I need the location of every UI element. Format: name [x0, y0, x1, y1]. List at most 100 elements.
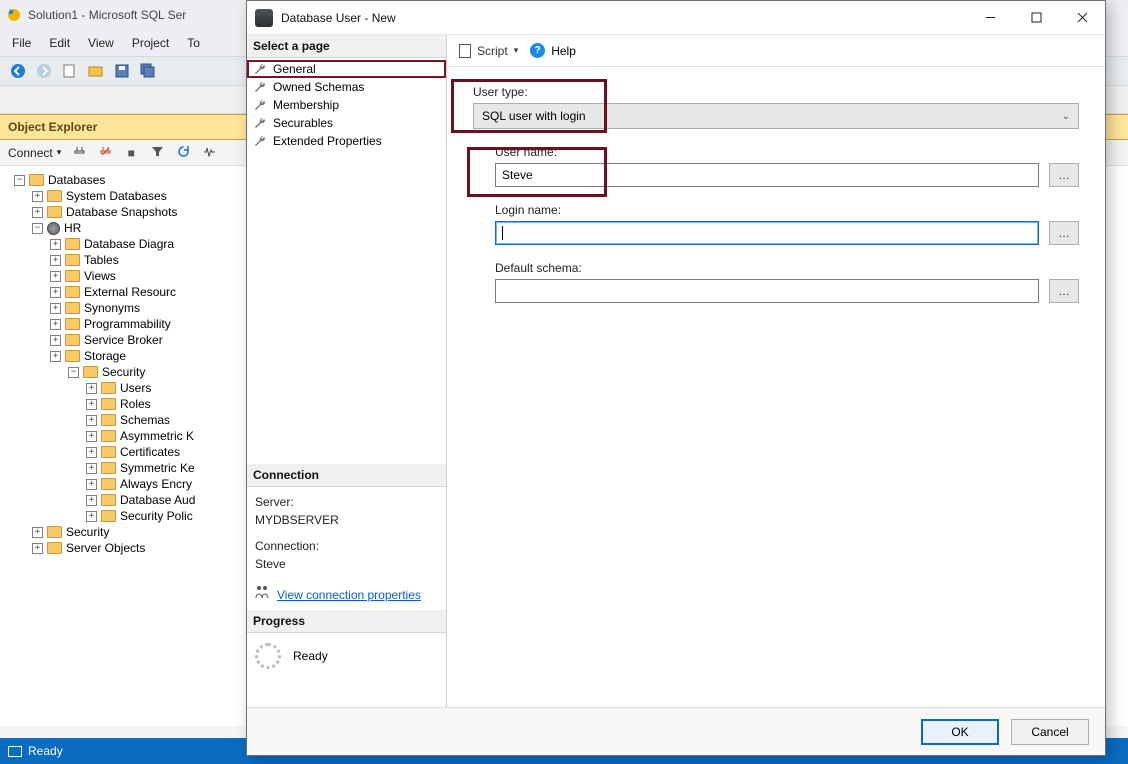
page-owned-schemas[interactable]: Owned Schemas [247, 78, 446, 96]
expand-icon[interactable]: + [50, 255, 61, 266]
tree-item[interactable]: +Synonyms [50, 301, 140, 315]
new-query-icon[interactable] [62, 63, 78, 79]
refresh-icon[interactable] [175, 146, 191, 160]
tree-item[interactable]: +Programmability [50, 317, 171, 331]
tree-label: System Databases [66, 189, 167, 203]
folder-icon [65, 302, 80, 314]
collapse-icon[interactable]: − [14, 175, 25, 186]
expand-icon[interactable]: + [32, 191, 43, 202]
filter-icon[interactable] [149, 146, 165, 160]
expand-icon[interactable]: + [86, 399, 97, 410]
expand-icon[interactable]: + [50, 287, 61, 298]
menu-project[interactable]: Project [132, 36, 169, 50]
page-securables[interactable]: Securables [247, 114, 446, 132]
nav-fwd-icon[interactable] [36, 63, 52, 79]
tree-item[interactable]: +Tables [50, 253, 119, 267]
expand-icon[interactable]: + [32, 527, 43, 538]
nav-back-icon[interactable] [10, 63, 26, 79]
menu-file[interactable]: File [12, 36, 31, 50]
view-connection-properties-link[interactable]: View connection properties [277, 586, 421, 604]
wrench-icon [253, 62, 267, 76]
default-schema-input[interactable] [495, 279, 1039, 303]
expand-icon[interactable]: + [86, 415, 97, 426]
expand-icon[interactable]: + [86, 383, 97, 394]
open-file-icon[interactable] [88, 63, 104, 79]
plug-connect-icon[interactable] [71, 146, 87, 160]
tree-label: HR [64, 221, 81, 235]
expand-icon[interactable]: + [50, 271, 61, 282]
dialog-titlebar[interactable]: Database User - New [247, 1, 1105, 35]
tree-item[interactable]: +Roles [86, 397, 151, 411]
save-all-icon[interactable] [140, 63, 156, 79]
tree-database-snapshots[interactable]: + Database Snapshots [32, 205, 177, 219]
tree-server-objects[interactable]: + Server Objects [32, 541, 145, 555]
login-name-input[interactable] [495, 221, 1039, 245]
page-extended-properties[interactable]: Extended Properties [247, 132, 446, 150]
expand-icon[interactable]: + [50, 319, 61, 330]
collapse-icon[interactable]: − [32, 223, 43, 234]
default-schema-browse-button[interactable]: … [1049, 279, 1079, 303]
tree-databases[interactable]: − Databases [14, 173, 105, 187]
tree-item[interactable]: +Asymmetric K [86, 429, 194, 443]
folder-icon [65, 318, 80, 330]
cancel-button[interactable]: Cancel [1011, 719, 1089, 745]
expand-icon[interactable]: + [32, 543, 43, 554]
chevron-down-icon: ▾ [57, 147, 62, 158]
expand-icon[interactable]: + [50, 239, 61, 250]
menu-tools[interactable]: To [187, 36, 200, 50]
tree-item[interactable]: +Security Polic [86, 509, 193, 523]
expand-icon[interactable]: + [50, 335, 61, 346]
expand-icon[interactable]: + [86, 495, 97, 506]
tree-item[interactable]: +Certificates [86, 445, 180, 459]
plug-disconnect-icon[interactable] [97, 146, 113, 160]
tree-item[interactable]: +Storage [50, 349, 126, 363]
tree-outer-security[interactable]: + Security [32, 525, 109, 539]
login-name-label: Login name: [495, 203, 1079, 217]
window-maximize-button[interactable] [1013, 1, 1059, 35]
help-button[interactable]: ? Help [530, 43, 576, 58]
tree-item[interactable]: +Database Aud [86, 493, 195, 507]
page-general[interactable]: General [247, 60, 446, 78]
ok-button[interactable]: OK [921, 719, 999, 745]
tree-label: Always Encry [120, 477, 192, 491]
collapse-icon[interactable]: − [68, 367, 79, 378]
stop-icon[interactable]: ■ [123, 146, 139, 160]
expand-icon[interactable]: + [50, 351, 61, 362]
tree-item[interactable]: +Users [86, 381, 151, 395]
tree-item[interactable]: + Always Encry [86, 477, 192, 491]
tree-item[interactable]: +Symmetric Ke [86, 461, 195, 475]
tree-item[interactable]: +External Resourc [50, 285, 176, 299]
tree-item[interactable]: +Schemas [86, 413, 170, 427]
window-close-button[interactable] [1059, 1, 1105, 35]
user-name-browse-button[interactable]: … [1049, 163, 1079, 187]
activity-icon[interactable] [201, 146, 217, 160]
menu-view[interactable]: View [88, 36, 114, 50]
save-icon[interactable] [114, 63, 130, 79]
tree-system-databases[interactable]: + System Databases [32, 189, 167, 203]
expand-icon[interactable]: + [86, 479, 97, 490]
expand-icon[interactable]: + [86, 447, 97, 458]
expand-icon[interactable]: + [32, 207, 43, 218]
database-icon [255, 9, 273, 27]
login-name-browse-button[interactable]: … [1049, 221, 1079, 245]
tree-security[interactable]: − Security [68, 365, 145, 379]
folder-icon [83, 366, 98, 378]
folder-icon [47, 190, 62, 202]
script-button[interactable]: Script ▾ [459, 44, 518, 58]
tree-item[interactable]: + Database Diagra [50, 237, 174, 251]
expand-icon[interactable]: + [86, 431, 97, 442]
page-membership[interactable]: Membership [247, 96, 446, 114]
folder-icon [65, 254, 80, 266]
window-minimize-button[interactable] [967, 1, 1013, 35]
expand-icon[interactable]: + [86, 511, 97, 522]
tree-item[interactable]: +Service Broker [50, 333, 163, 347]
folder-icon [101, 510, 116, 522]
connect-button[interactable]: Connect ▾ [8, 146, 61, 160]
tree-item[interactable]: +Views [50, 269, 116, 283]
tree-label: Database Diagra [84, 237, 174, 251]
menu-edit[interactable]: Edit [49, 36, 70, 50]
expand-icon[interactable]: + [50, 303, 61, 314]
tree-hr-database[interactable]: − HR [32, 221, 81, 235]
object-explorer-title: Object Explorer [8, 120, 97, 134]
expand-icon[interactable]: + [86, 463, 97, 474]
